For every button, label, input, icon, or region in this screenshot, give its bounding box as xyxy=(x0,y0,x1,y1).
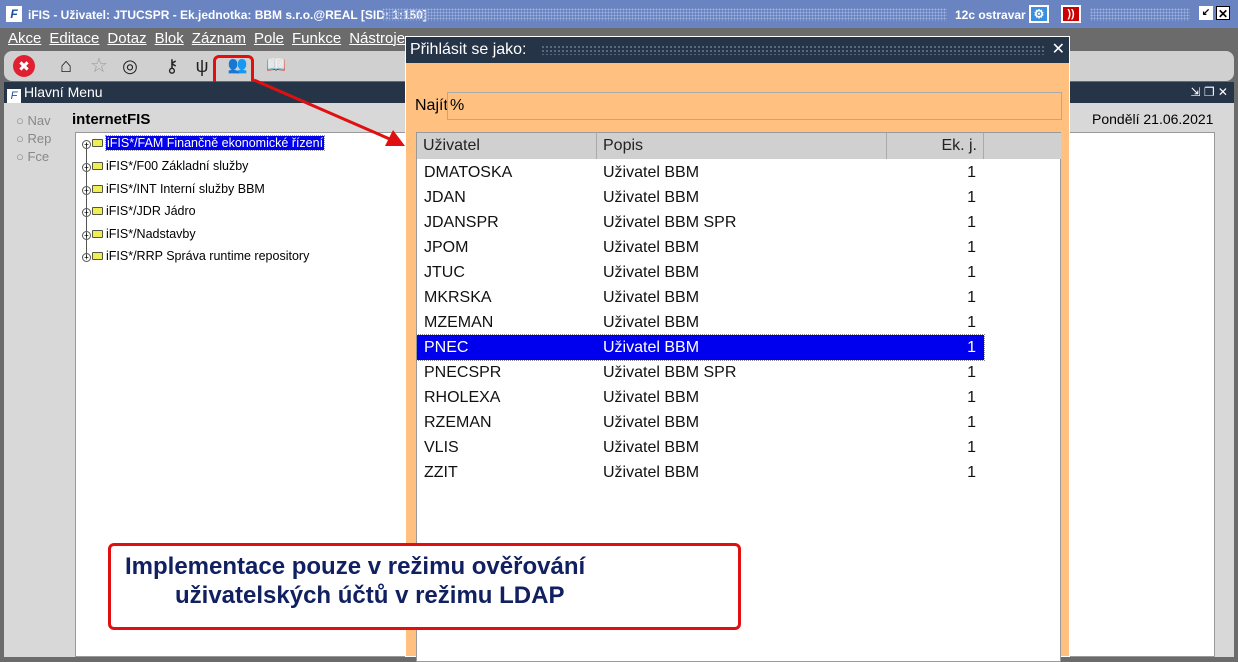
note-line-1: Implementace pouze v režimu ověřování xyxy=(125,553,586,580)
note-line-2: uživatelských účtů v režimu LDAP xyxy=(175,582,565,609)
annotation-note: Implementace pouze v režimu ověřování už… xyxy=(108,543,741,630)
